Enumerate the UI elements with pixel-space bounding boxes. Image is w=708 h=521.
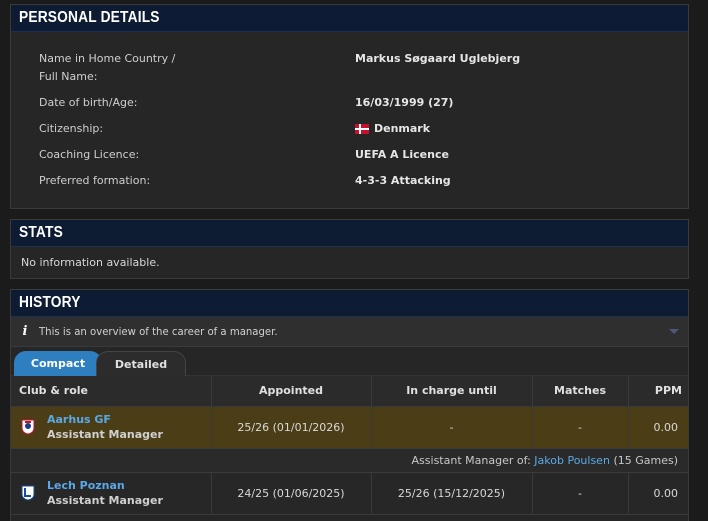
column-header-appointed[interactable]: Appointed: [211, 376, 372, 407]
detail-label-line: Name in Home Country /: [39, 52, 176, 65]
detail-value[interactable]: Denmark: [355, 120, 430, 138]
club-role: Assistant Manager: [47, 427, 163, 441]
appointed-cell: 25/26 (01/01/2026): [211, 406, 372, 449]
table-row: Aarhus GF Assistant Manager 25/26 (01/01…: [11, 406, 688, 449]
detail-label: Date of birth/Age:: [39, 96, 138, 109]
detail-label: Coaching Licence:: [39, 148, 140, 161]
stats-empty-text: No information available.: [21, 256, 160, 269]
table-note-row: Assistant Manager of: Jakob Poulsen (15 …: [11, 448, 688, 473]
stats-panel: STATS No information available.: [10, 219, 689, 279]
column-header-in-charge-until[interactable]: In charge until: [371, 376, 533, 407]
note-prefix: Assistant Manager of:: [411, 453, 531, 467]
detail-label-line: Full Name:: [39, 70, 98, 83]
personal-details-panel: PERSONAL DETAILS Name in Home Country / …: [10, 4, 689, 209]
detail-value: 4-3-3 Attacking: [355, 174, 451, 187]
aarhus-gf-badge-icon: [21, 419, 35, 435]
appointed-cell: 24/25 (01/06/2025): [211, 472, 372, 515]
table-row: Lech Poznan Assistant Manager 24/25 (01/…: [11, 472, 688, 515]
info-bar[interactable]: i This is an overview of the career of a…: [11, 317, 688, 347]
assistant-note: Assistant Manager of: Jakob Poulsen (15 …: [11, 448, 688, 473]
info-text: This is an overview of the career of a m…: [39, 325, 278, 338]
stats-title: STATS: [19, 224, 63, 241]
detail-value: Markus Søgaard Uglebjerg: [355, 52, 521, 65]
ppm-cell: 0.00: [628, 472, 688, 515]
detail-value: 16/03/1999 (27): [355, 96, 454, 109]
history-header: HISTORY: [11, 290, 688, 317]
history-table: Club & role Appointed In charge until Ma…: [11, 376, 688, 515]
denmark-flag-icon: [355, 124, 369, 134]
detail-value: UEFA A Licence: [355, 148, 449, 161]
info-icon: i: [22, 324, 28, 339]
manager-link[interactable]: Jakob Poulsen: [534, 454, 610, 467]
matches-cell: -: [532, 472, 629, 515]
history-panel: HISTORY i This is an overview of the car…: [10, 289, 689, 521]
personal-details-header: PERSONAL DETAILS: [11, 5, 688, 32]
in-charge-until-cell: 25/26 (15/12/2025): [371, 472, 533, 515]
column-header-matches[interactable]: Matches: [532, 376, 629, 407]
table-header-row: Club & role Appointed In charge until Ma…: [11, 376, 688, 407]
club-role: Assistant Manager: [47, 493, 163, 507]
detail-label: Name in Home Country / Full Name:: [39, 50, 219, 86]
tab-compact[interactable]: Compact: [14, 351, 102, 376]
detail-label: Preferred formation:: [39, 174, 151, 187]
column-header-club-role[interactable]: Club & role: [11, 376, 212, 407]
detail-label: Citizenship:: [39, 122, 104, 135]
in-charge-until-cell: -: [371, 406, 533, 449]
club-role-cell: Lech Poznan Assistant Manager: [11, 472, 212, 515]
note-suffix: (15 Games): [613, 453, 678, 467]
club-role-cell: Aarhus GF Assistant Manager: [11, 406, 212, 449]
history-tabs: Compact Detailed: [11, 347, 688, 376]
matches-cell: -: [532, 406, 629, 449]
chevron-down-icon[interactable]: [669, 329, 679, 334]
club-link[interactable]: Aarhus GF: [47, 413, 163, 427]
citizenship-value[interactable]: Denmark: [374, 120, 430, 138]
history-title: HISTORY: [19, 294, 81, 311]
club-link[interactable]: Lech Poznan: [47, 479, 163, 493]
personal-details-title: PERSONAL DETAILS: [19, 9, 160, 26]
tab-detailed[interactable]: Detailed: [96, 351, 186, 376]
ppm-cell: 0.00: [628, 406, 688, 449]
column-header-ppm[interactable]: PPM: [628, 376, 688, 407]
stats-header: STATS: [11, 220, 688, 247]
lech-poznan-badge-icon: [21, 485, 35, 501]
